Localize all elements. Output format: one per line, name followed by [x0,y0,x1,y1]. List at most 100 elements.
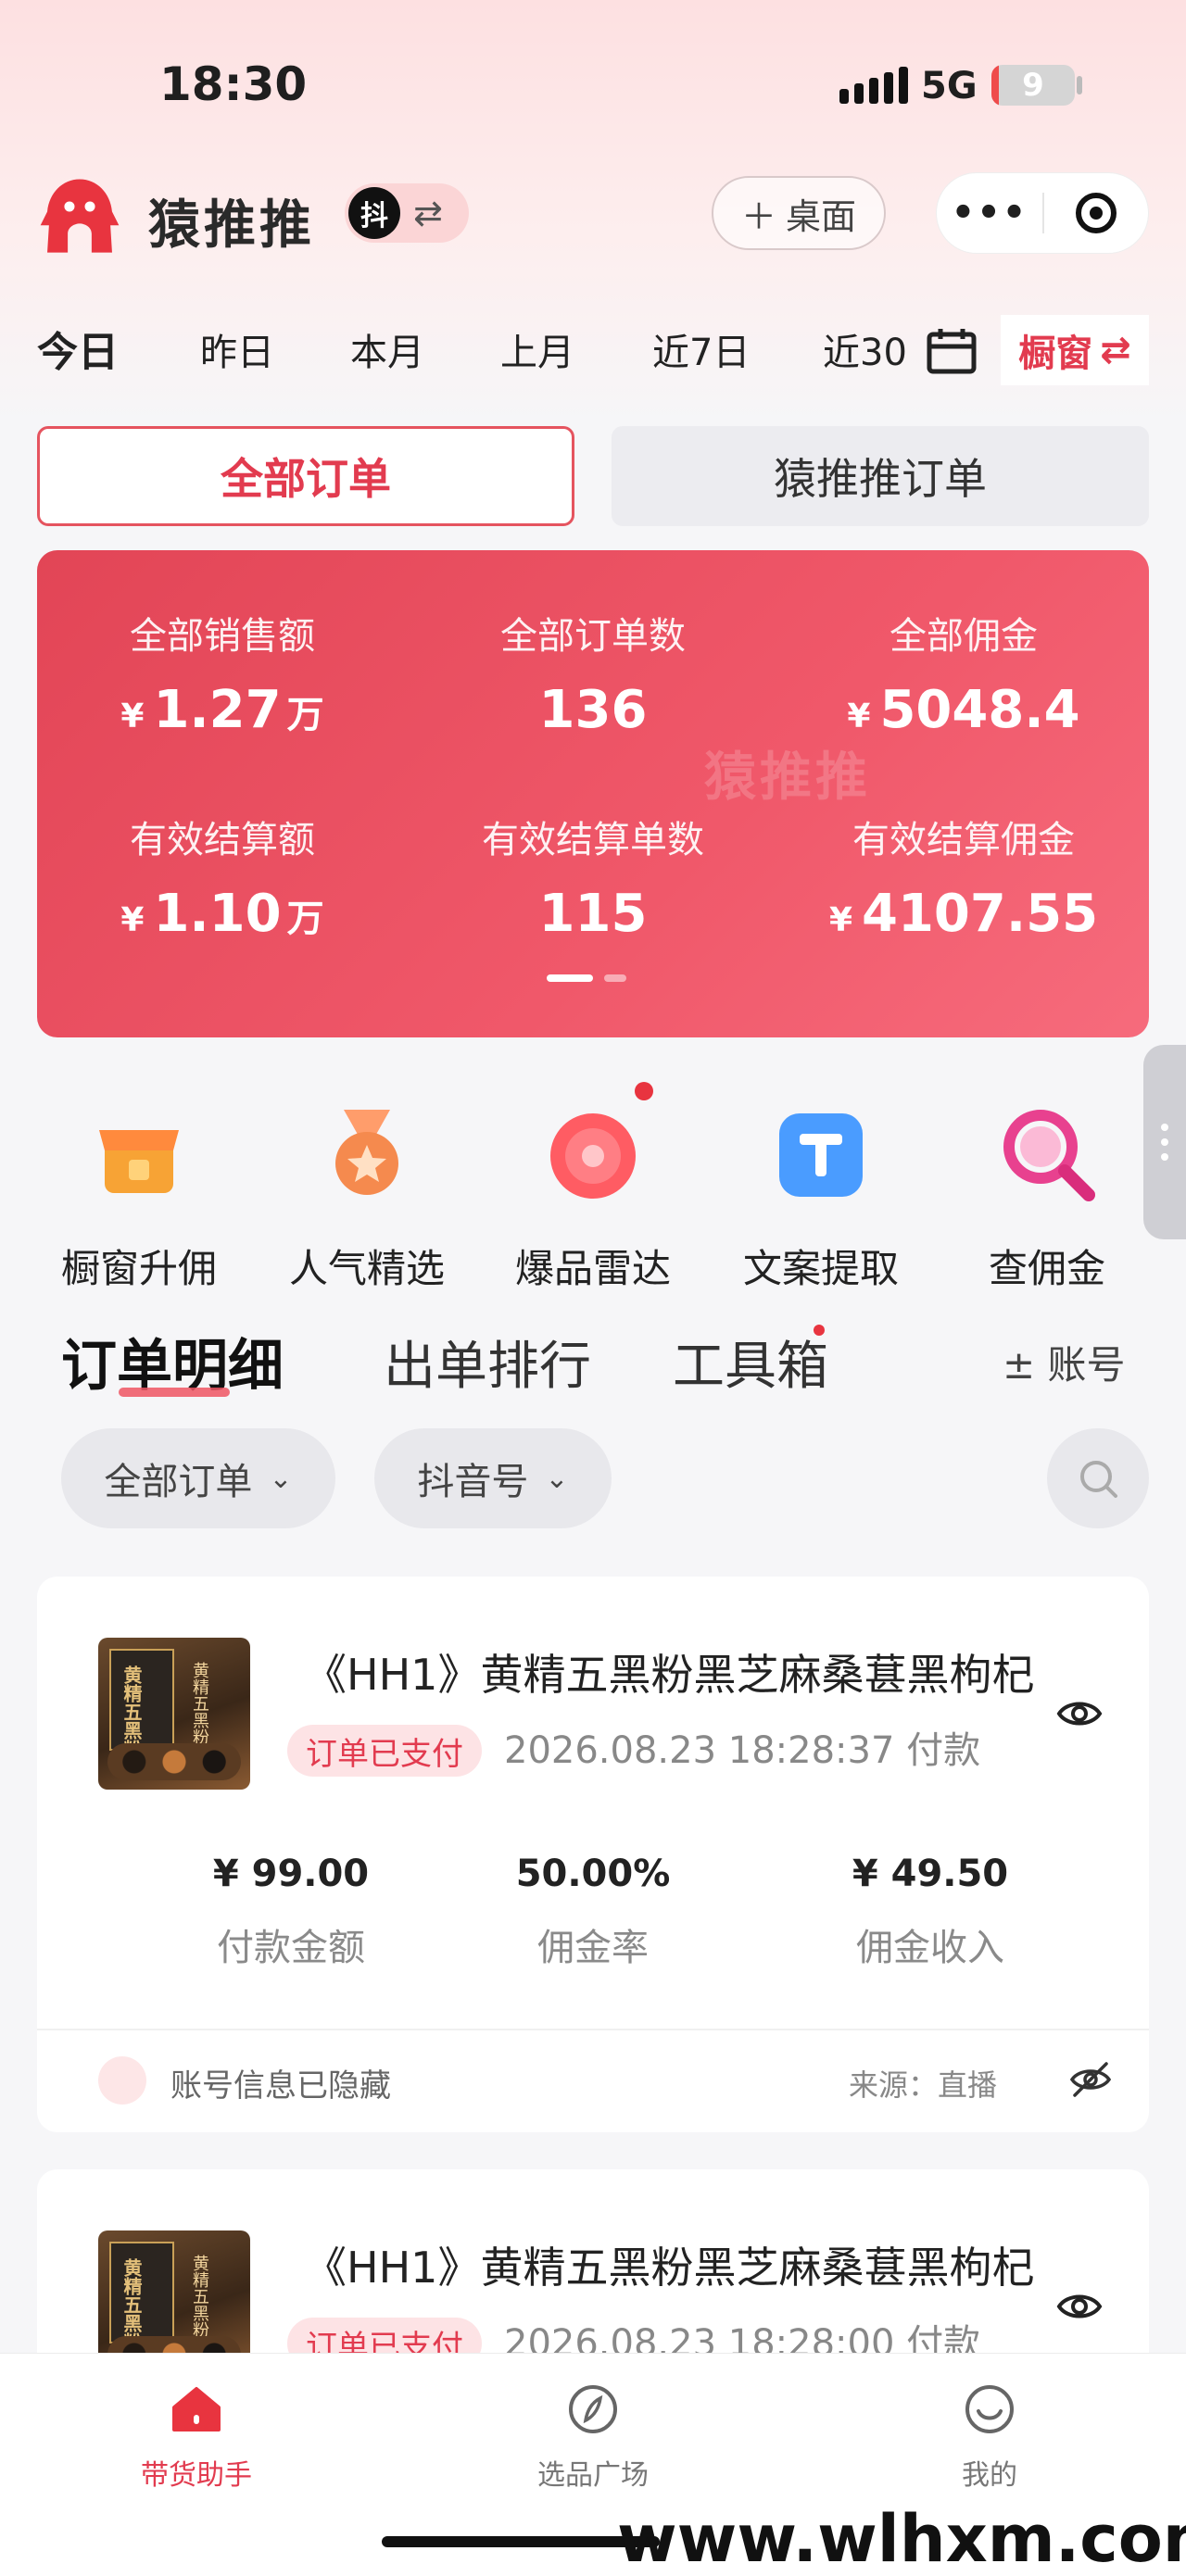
mini-program-capsule: ••• [936,172,1149,254]
card-footer: 账号信息已隐藏 来源：直播 [37,2030,1149,2130]
eye-icon[interactable] [1056,1695,1103,1732]
product-thumbnail: 黄精五黑粉 黄精五黑粉 [98,1638,250,1790]
tool-item[interactable]: 文案提取 [728,1102,914,1294]
nav-label: 选品广场 [537,2459,649,2492]
currency-symbol: ¥ [847,697,871,735]
order-card[interactable]: 黄精五黑粉 黄精五黑粉 《HH1》黄精五黑粉黑芝麻桑葚黑枸杞 订单已支付 202… [37,1577,1149,2132]
signal-icon [839,67,908,104]
stat-label: 全部订单数 [500,615,686,658]
eye-icon[interactable] [1056,2288,1103,2325]
stat-number: 1.10 [153,884,282,944]
shop-icon [88,1102,190,1204]
tool-item[interactable]: 人气精选 [274,1102,460,1294]
calendar-icon[interactable] [927,328,977,374]
compass-icon [569,2385,617,2433]
plus-icon: ＋ [740,195,776,237]
window-button-label: 橱窗 [1018,333,1093,375]
stat-unit: 万 [286,694,324,736]
account-filter-dropdown[interactable]: 抖音号 ⌄ [374,1428,612,1528]
stat-item: 全部订单数 136 [408,606,778,740]
stat-value: 136 [408,680,778,740]
status-bar: 18:30 5G 9 [0,0,1186,167]
tab-app-orders[interactable]: 猿推推订单 [612,426,1149,526]
page-root: 18:30 5G 9 猿推推 抖 ⇄ ＋ 桌面 ••• 今日 昨日 本月 上月 … [0,0,1186,2576]
stat-number: 136 [538,680,648,740]
site-watermark: www.wlhxm.com [617,2501,1186,2576]
order-filter-dropdown[interactable]: 全部订单 ⌄ [61,1428,335,1528]
account-filter-label: 抖音号 [417,1461,529,1503]
stat-item: 有效结算单数 115 [408,810,778,944]
avatar [98,2056,146,2105]
date-tab-today[interactable]: 今日 [37,319,119,378]
account-hidden-text: 账号信息已隐藏 [170,2067,391,2105]
nav-label: 我的 [962,2459,1017,2492]
active-tab-underline [119,1388,230,1397]
search-button[interactable] [1047,1428,1149,1528]
nav-sales-assistant[interactable]: 带货助手 [76,2381,317,2493]
chevron-down-icon: ⌄ [269,1462,293,1495]
red-dot-badge [635,1082,653,1100]
thumbnail-side-text: 黄精五黑粉 [190,1662,209,1745]
stat-number: 4107.55 [862,884,1099,944]
date-tab-7days[interactable]: 近7日 [652,322,750,376]
stat-label: 有效结算额 [130,819,315,861]
status-badge: 订单已支付 [287,1725,482,1777]
stat-item: 有效结算佣金 ¥4107.55 [778,810,1149,944]
status-time: 18:30 [159,57,308,111]
order-source: 来源：直播 [849,2067,998,2103]
currency-symbol: ¥ [120,901,145,939]
date-tab-this-month[interactable]: 本月 [350,322,424,376]
date-tab-yesterday[interactable]: 昨日 [200,322,274,376]
stat-item: 全部销售额 ¥1.27 万 [37,606,408,740]
nav-mine[interactable]: 我的 [869,2381,1110,2493]
currency-symbol: ¥ [120,697,145,735]
chevron-down-icon: ⌄ [545,1462,569,1495]
close-target-icon[interactable] [1044,193,1148,233]
desktop-button-label: 桌面 [786,195,857,237]
stat-value: 115 [408,884,778,944]
tab-all-orders[interactable]: 全部订单 [37,426,574,526]
eye-off-icon[interactable] [1069,2060,1112,2099]
account-toggle[interactable]: ± 账号 [1003,1334,1126,1390]
tab-order-ranking[interactable]: 出单排行 [384,1325,591,1400]
tab-toolbox[interactable]: 工具箱 [673,1325,828,1400]
tool-item[interactable]: 橱窗升佣 [46,1102,232,1294]
stat-value: ¥1.27 万 [37,680,408,740]
date-tab-last-month[interactable]: 上月 [500,322,574,376]
commission-amount: ¥ 49.50 [852,1853,1009,1895]
nav-product-plaza[interactable]: 选品广场 [473,2381,713,2493]
stat-value: ¥4107.55 [778,884,1149,944]
stat-unit: 万 [286,898,324,940]
medal-icon [316,1102,418,1204]
window-switch-button[interactable]: 橱窗 ⇄ [1001,315,1149,385]
date-tab-30days[interactable]: 近30 [823,322,907,376]
date-tabs: 今日 昨日 本月 上月 近7日 近30 橱窗 ⇄ [0,315,1186,389]
radar-icon [542,1082,653,1204]
stats-card: 猿推推 全部销售额 ¥1.27 万全部订单数 136 全部佣金 ¥5048.4 有效结算额 ¥… [37,550,1149,1037]
stat-number: 5048.4 [879,680,1080,740]
tool-label: 查佣金 [988,1246,1105,1291]
stat-number: 1.27 [153,680,282,740]
magnifier-icon [996,1102,1098,1204]
side-drawer-handle[interactable] [1143,1045,1186,1239]
order-filter-label: 全部订单 [104,1461,253,1503]
app-header: 猿推推 抖 ⇄ ＋ 桌面 ••• [0,167,1186,278]
tool-label: 文案提取 [742,1246,899,1291]
home-icon [172,2387,221,2431]
douyin-badge: 抖 [348,187,400,239]
product-title: 《HH1》黄精五黑粉黑芝麻桑葚黑枸杞 [304,1650,1035,1700]
tool-item[interactable]: 查佣金 [954,1102,1140,1294]
add-to-desktop-button[interactable]: ＋ 桌面 [712,176,886,250]
app-title: 猿推推 [148,195,315,256]
gorilla-logo-icon [40,179,120,253]
battery-icon: 9 [991,65,1075,106]
stat-value: ¥1.10 万 [37,884,408,944]
more-icon[interactable]: ••• [937,192,1042,234]
tool-item[interactable]: 爆品雷达 [500,1082,686,1294]
smile-icon [965,2385,1014,2433]
platform-switch[interactable]: 抖 ⇄ [345,183,469,243]
currency-symbol: ¥ [828,901,852,939]
stats-watermark: 猿推推 [704,748,871,808]
stat-label: 有效结算单数 [482,819,704,861]
tool-label: 人气精选 [288,1246,445,1291]
